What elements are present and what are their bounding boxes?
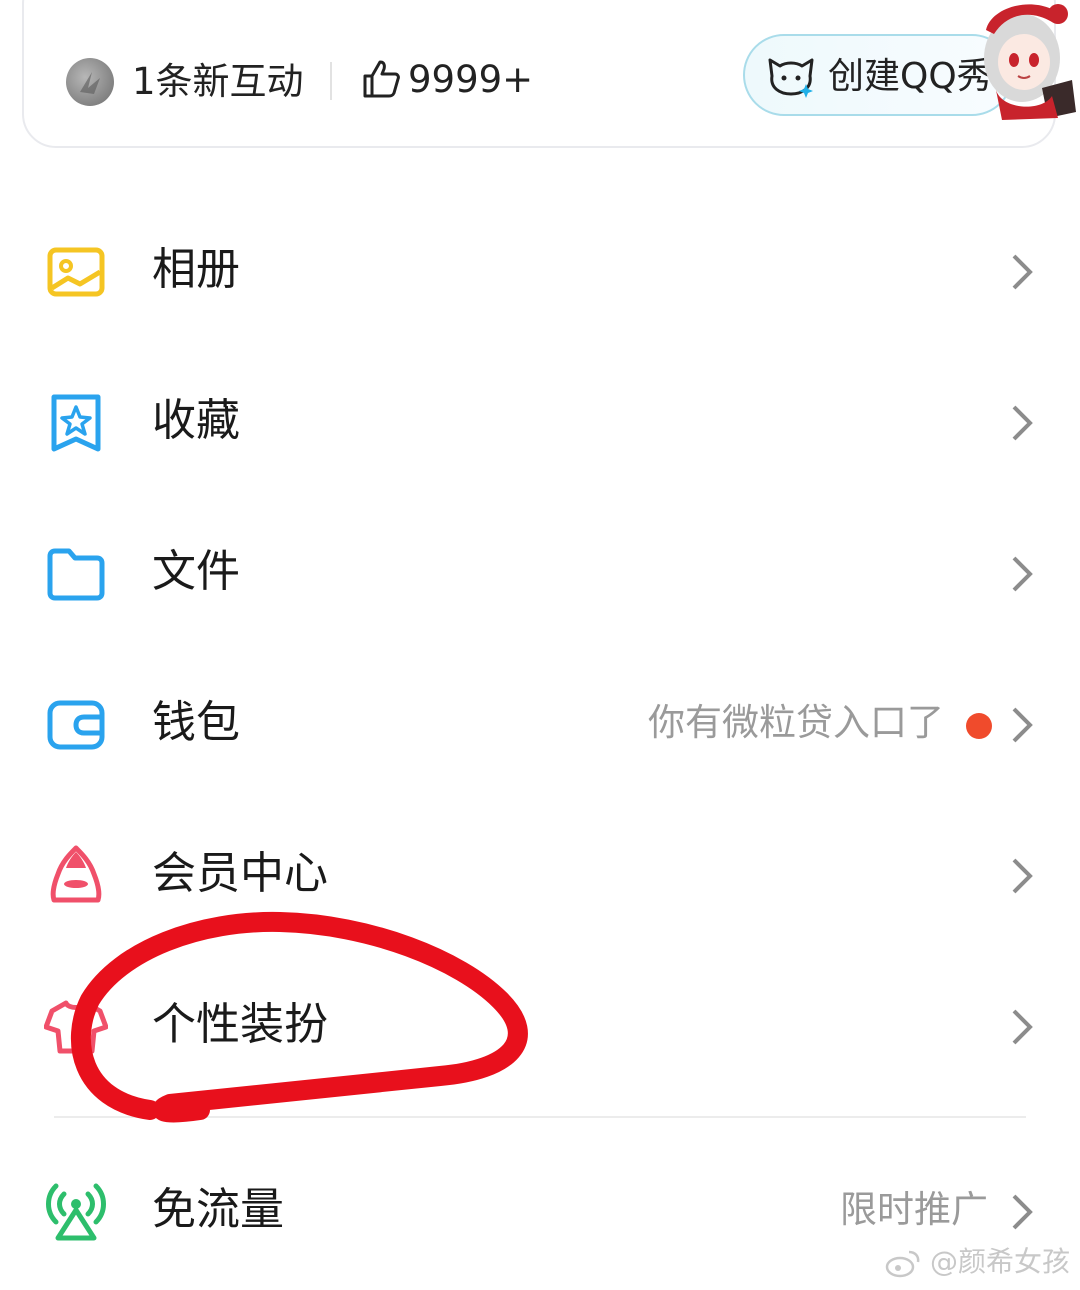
menu-item-label: 收藏 [152, 395, 240, 446]
thumbs-up-icon[interactable] [360, 58, 402, 100]
wallet-icon [47, 700, 105, 750]
favorites-star-icon [51, 394, 101, 452]
interaction-avatar[interactable] [66, 58, 114, 106]
create-qq-show-label: 创建QQ秀 [828, 56, 993, 97]
divider [330, 62, 332, 100]
tshirt-icon [44, 1000, 108, 1054]
chevron-right-icon [1012, 1009, 1033, 1045]
menu-item-album[interactable]: 相册 [0, 210, 1080, 330]
notification-dot [966, 713, 992, 739]
menu-item-label: 免流量 [152, 1184, 284, 1235]
red-annotation-circle [70, 911, 528, 1123]
menu-item-label: 钱包 [152, 697, 240, 748]
mascot-character-image [984, 4, 1076, 120]
membership-icon [50, 845, 102, 903]
chevron-right-icon [1012, 858, 1033, 894]
menu-item-label: 文件 [152, 546, 240, 597]
chevron-right-icon [1012, 405, 1033, 441]
folder-icon [47, 548, 105, 601]
new-interactions-text[interactable]: 1条新互动 [132, 56, 304, 108]
menu-item-label: 相册 [152, 244, 240, 295]
chevron-right-icon [1012, 556, 1033, 592]
photo-album-icon [47, 247, 105, 297]
chevron-right-icon [1012, 254, 1033, 290]
weibo-watermark: @颜希女孩 [885, 1242, 1070, 1282]
menu-item-wallet[interactable]: 钱包 你有微粒贷入口了 [0, 663, 1080, 783]
wallet-hint-text: 你有微粒贷入口了 [648, 701, 944, 744]
section-divider [54, 1116, 1026, 1118]
likes-count[interactable]: 9999+ [408, 54, 533, 106]
menu-item-label: 个性装扮 [152, 999, 328, 1050]
chevron-right-icon [1012, 707, 1033, 743]
weibo-logo-icon [885, 1250, 920, 1278]
menu-item-favorites[interactable]: 收藏 [0, 361, 1080, 481]
watermark-text: @颜希女孩 [929, 1245, 1070, 1278]
menu-item-label: 会员中心 [152, 848, 328, 899]
chevron-right-icon [1012, 1194, 1033, 1230]
free-data-hint-text: 限时推广 [840, 1188, 988, 1231]
signal-tower-icon [46, 1183, 106, 1241]
qq-show-cat-icon [768, 58, 814, 98]
menu-item-membership[interactable]: 会员中心 [0, 814, 1080, 934]
menu-item-files[interactable]: 文件 [0, 512, 1080, 632]
menu-item-personalization[interactable]: 个性装扮 [0, 965, 1080, 1085]
